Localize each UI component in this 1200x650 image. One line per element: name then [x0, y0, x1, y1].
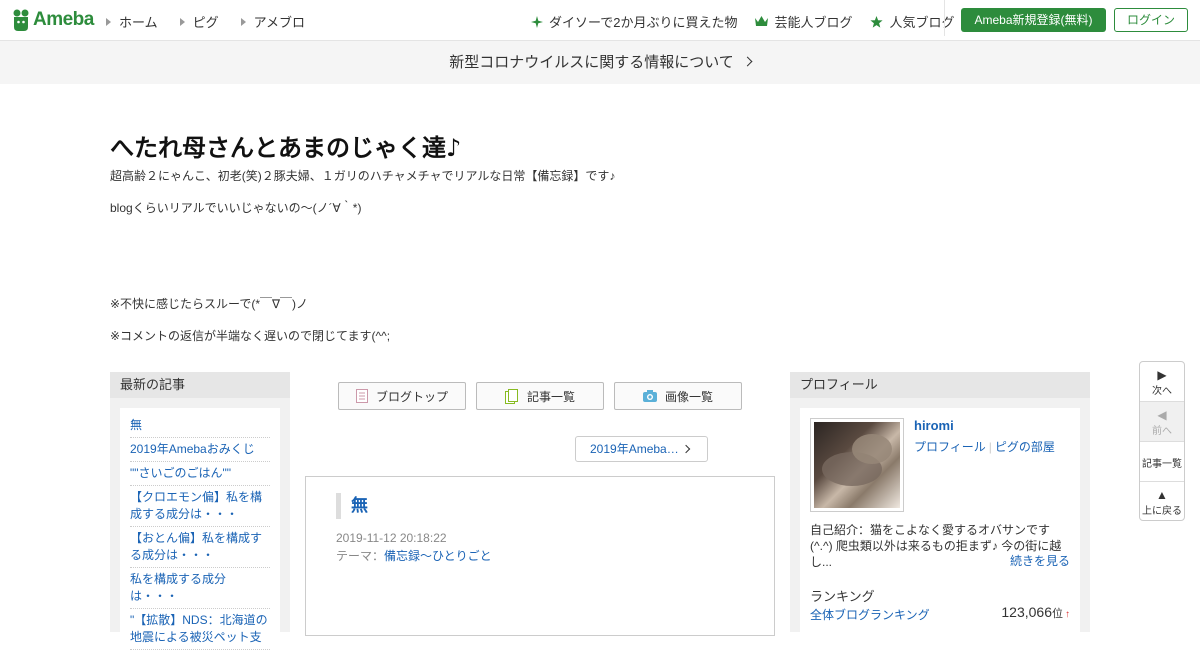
recent-articles-panel: 最新の記事 無 2019年Amebaおみくじ ""さいごのごはん"" 【クロエモ…	[110, 372, 290, 650]
recent-article-item[interactable]: 私を構成する成分は・・・	[130, 568, 270, 609]
recent-articles-heading: 最新の記事	[110, 372, 290, 398]
articles-icon	[504, 388, 518, 404]
global-nav: ホーム ピグ アメブロ	[106, 12, 305, 31]
image-list-button[interactable]: 画像一覧	[614, 382, 742, 410]
ameba-logo[interactable]: Ameba	[12, 8, 94, 32]
next-label: 次へ	[1152, 386, 1172, 397]
blog-top-button[interactable]: ブログトップ	[338, 382, 466, 410]
recent-article-item[interactable]: 2019年Amebaおみくじ	[130, 438, 270, 462]
ameba-logo-icon	[13, 9, 29, 31]
camera-icon	[642, 390, 657, 402]
link-celebrity-label: 芸能人ブログ	[774, 15, 853, 30]
recent-articles-list: 無 2019年Amebaおみくじ ""さいごのごはん"" 【クロエモン偏】私を構…	[120, 408, 280, 650]
blog-description-2: blogくらいリアルでいいじゃないの～(ノ´∀｀*)	[110, 201, 362, 215]
covid-notice-banner[interactable]: 新型コロナウイルスに関する情報について	[0, 41, 1200, 84]
pigg-room-link[interactable]: ピグの部屋	[995, 440, 1055, 454]
star-icon	[870, 15, 884, 28]
recent-article-item[interactable]: 無	[130, 414, 270, 438]
prev-button[interactable]: ◀ 前へ	[1140, 402, 1184, 442]
ranking-value: 123,066位 ↑	[1001, 604, 1070, 621]
blog-title[interactable]: へたれ母さんとあまのじゃく達♪	[110, 128, 461, 163]
chevron-right-icon	[742, 56, 753, 67]
triangle-right-icon	[240, 17, 246, 26]
article-card: 無 2019-11-12 20:18:22 テーマ：備忘録～ひとりごと	[305, 476, 775, 636]
ranking-number: 123,066	[1001, 604, 1052, 620]
link-daiso-label: ダイソーで2か月ぶりに買えた物	[549, 15, 738, 30]
triangle-up-icon: ▲	[1156, 488, 1168, 502]
profile-name[interactable]: hiromi	[914, 418, 954, 433]
chevron-right-icon	[681, 444, 690, 454]
profile-links: プロフィール | ピグの部屋	[914, 438, 1055, 455]
article-list-float-label: 記事一覧	[1142, 459, 1182, 470]
overall-ranking-link[interactable]: 全体ブログランキング	[810, 608, 930, 622]
next-button[interactable]: ▶ 次へ	[1140, 362, 1184, 402]
article-theme: テーマ：備忘録～ひとりごと	[336, 547, 492, 564]
blog-top-label: ブログトップ	[375, 389, 448, 404]
theme-link[interactable]: 備忘録～ひとりごと	[384, 549, 492, 563]
crown-icon	[755, 16, 769, 26]
article-list-button[interactable]: 記事一覧	[476, 382, 604, 410]
prev-label: 前へ	[1152, 426, 1172, 437]
header-divider	[944, 0, 945, 36]
ranking-unit: 位	[1052, 608, 1063, 620]
profile-box: hiromi プロフィール | ピグの部屋 自己紹介：猫をこよなく愛するオバサンです…	[800, 408, 1080, 638]
global-header: Ameba ホーム ピグ アメブロ ダイソーで2か月ぶりに買えた物 芸能人ブログ…	[0, 0, 1200, 41]
floating-nav: ▶ 次へ ◀ 前へ 記事一覧 ▲ 上に戻る	[1139, 361, 1185, 521]
article-date: 2019-11-12 20:18:22	[336, 531, 447, 545]
sparkle-icon	[531, 15, 543, 28]
nav-pigg[interactable]: ピグ	[179, 12, 219, 31]
blog-description-1: 超高齢２にゃんこ、初老(笑)２豚夫婦、１ガリのハチャメチャでリアルな日常【備忘録…	[110, 169, 616, 183]
register-button[interactable]: Ameba新規登録(無料)	[961, 8, 1106, 32]
covid-notice-text: 新型コロナウイルスに関する情報について	[449, 54, 734, 71]
triangle-right-icon	[106, 17, 111, 26]
profile-heading: プロフィール	[790, 372, 1090, 398]
nav-home-label: ホーム	[119, 15, 158, 30]
read-more-link[interactable]: 続きを見る	[1010, 552, 1070, 569]
avatar-image	[814, 422, 900, 508]
recent-article-item[interactable]: 【クロエモン偏】私を構成する成分は・・・	[130, 486, 270, 527]
image-list-label: 画像一覧	[664, 389, 713, 404]
theme-label: テーマ：	[336, 549, 385, 563]
play-prev-icon: ◀	[1157, 408, 1167, 422]
article-title[interactable]: 無	[336, 493, 368, 519]
ranking-row: 全体ブログランキング 123,066位 ↑	[810, 604, 1070, 623]
article-list-label: 記事一覧	[526, 389, 575, 404]
login-button[interactable]: ログイン	[1114, 8, 1188, 32]
profile-link[interactable]: プロフィール	[914, 440, 986, 454]
blog-description-4: ※コメントの返信が半端なく遅いので閉じてます(^^;	[110, 329, 391, 343]
blog-description-3: ※不快に感じたらスルーで(*￣∇￣)ノ	[110, 297, 309, 311]
link-daiso[interactable]: ダイソーで2か月ぶりに買えた物	[531, 12, 737, 31]
link-separator: |	[988, 440, 992, 454]
pager-label: 2019年Ameba…	[590, 442, 679, 456]
pager-next-article[interactable]: 2019年Ameba…	[575, 436, 708, 462]
ameba-logo-text: Ameba	[33, 9, 94, 30]
nav-ameblo-label: アメブロ	[253, 15, 305, 30]
back-to-top-button[interactable]: ▲ 上に戻る	[1140, 482, 1184, 522]
triangle-right-icon	[179, 17, 185, 26]
nav-home[interactable]: ホーム	[106, 12, 158, 31]
header-links: ダイソーで2か月ぶりに買えた物 芸能人ブログ 人気ブログ	[531, 12, 954, 31]
link-celebrity-blog[interactable]: 芸能人ブログ	[755, 12, 852, 31]
play-next-icon: ▶	[1157, 368, 1167, 382]
back-to-top-label: 上に戻る	[1142, 506, 1182, 517]
link-popular-blog[interactable]: 人気ブログ	[870, 12, 954, 31]
recent-article-item[interactable]: 【おとん偏】私を構成する成分は・・・	[130, 527, 270, 568]
avatar[interactable]	[810, 418, 904, 512]
rank-up-icon: ↑	[1065, 609, 1070, 620]
blog-top-icon	[355, 389, 368, 403]
profile-panel: プロフィール hiromi プロフィール | ピグの部屋 自己紹介：猫をこよなく愛す…	[790, 372, 1090, 638]
article-list-float-button[interactable]: 記事一覧	[1140, 442, 1184, 482]
ranking-heading: ランキング	[810, 589, 875, 604]
nav-ameblo[interactable]: アメブロ	[240, 12, 305, 31]
nav-pigg-label: ピグ	[192, 15, 219, 30]
recent-article-item[interactable]: ""さいごのごはん""	[130, 462, 270, 486]
